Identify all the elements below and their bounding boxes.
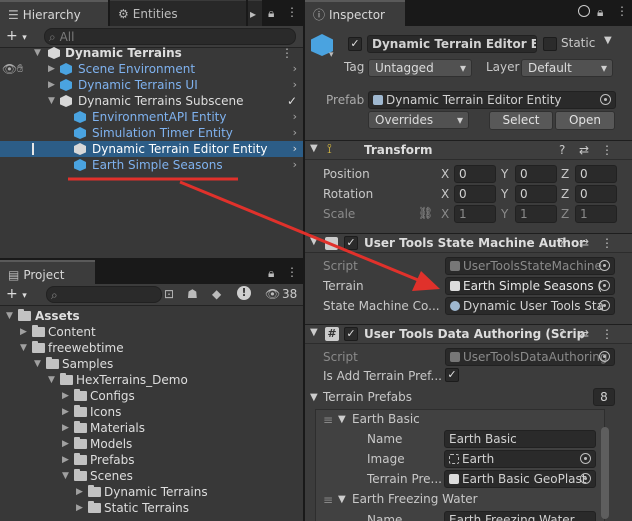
annotation-arrow-line — [179, 180, 419, 282]
annotation-arrowhead — [412, 271, 440, 291]
annotation-overlay — [68, 177, 440, 291]
